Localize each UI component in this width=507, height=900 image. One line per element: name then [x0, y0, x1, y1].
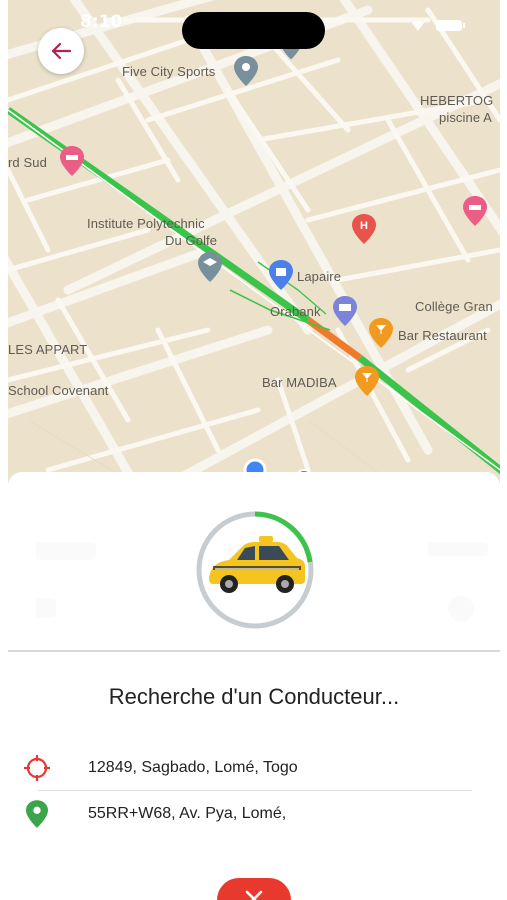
ghost-element	[36, 598, 56, 618]
map-label-school-covenant: School Covenant	[8, 383, 109, 398]
school-pin-icon[interactable]	[198, 252, 222, 287]
map-label-hebertog: HEBERTOG	[420, 93, 494, 108]
location-pin-icon	[20, 797, 54, 831]
sheet-divider	[8, 650, 500, 652]
status-title: Recherche d'un Conducteur...	[108, 684, 400, 709]
arrow-left-icon	[51, 42, 72, 60]
bar-madiba-pin-icon[interactable]	[355, 366, 379, 401]
map-label-lapaire: Lapaire	[297, 269, 342, 284]
hotel-pin-icon[interactable]	[60, 146, 84, 181]
ghost-element	[36, 542, 96, 560]
battery-icon	[436, 20, 465, 31]
shopping-pin-icon[interactable]	[269, 260, 293, 295]
crosshair-icon	[20, 751, 54, 785]
map-label-rd-sud: rd Sud	[8, 155, 47, 170]
pickup-row[interactable]: 12849, Sagbado, Lomé, Togo	[20, 746, 490, 790]
map-label-college: Collège Gran	[415, 299, 493, 314]
map-label-bar-restaurant: Bar Restaurant	[398, 328, 487, 343]
map-view[interactable]: H Five City Sports HEBERTOG piscine A rd…	[8, 0, 500, 490]
bar-pin-icon[interactable]	[369, 318, 393, 353]
map-label-five-city-sports: Five City Sports	[122, 64, 216, 79]
sports-pin-icon[interactable]	[234, 56, 258, 91]
map-label-piscine: piscine A	[439, 110, 492, 125]
search-driver-sheet: Recherche d'un Conducteur... 12849, Sagb…	[8, 472, 500, 900]
route-divider	[38, 790, 472, 791]
ghost-element	[428, 542, 488, 556]
pickup-address: 12849, Sagbado, Lomé, Togo	[88, 759, 298, 776]
back-button[interactable]	[38, 28, 84, 74]
dynamic-island	[182, 12, 325, 49]
status-icons	[410, 18, 470, 37]
driver-search-loader	[185, 508, 325, 632]
cancel-search-button[interactable]	[217, 878, 291, 900]
taxi-car-icon	[209, 536, 305, 593]
wifi-icon	[412, 20, 424, 31]
map-label-les-appart: LES APPART	[8, 342, 88, 357]
destination-address: 55RR+W68, Av. Pya, Lomé,	[88, 805, 287, 822]
map-label-du-golfe: Du Golfe	[165, 233, 218, 248]
status-time: 8:10	[80, 12, 123, 32]
bank-pin-icon[interactable]	[333, 296, 357, 331]
destination-row[interactable]: 55RR+W68, Av. Pya, Lomé,	[20, 792, 490, 836]
map-label-polytechnic: Institute Polytechnic	[87, 216, 205, 231]
app-screen: H Five City Sports HEBERTOG piscine A rd…	[8, 0, 500, 900]
hospital-pin-icon[interactable]: H	[352, 214, 376, 249]
svg-text:H: H	[360, 220, 368, 232]
map-label-bar-madiba: Bar MADIBA	[262, 375, 337, 390]
close-icon	[245, 890, 263, 900]
hotel-right-pin-icon[interactable]	[463, 196, 487, 231]
ghost-element	[448, 596, 474, 622]
map-label-orabank: Orabank	[270, 304, 321, 319]
